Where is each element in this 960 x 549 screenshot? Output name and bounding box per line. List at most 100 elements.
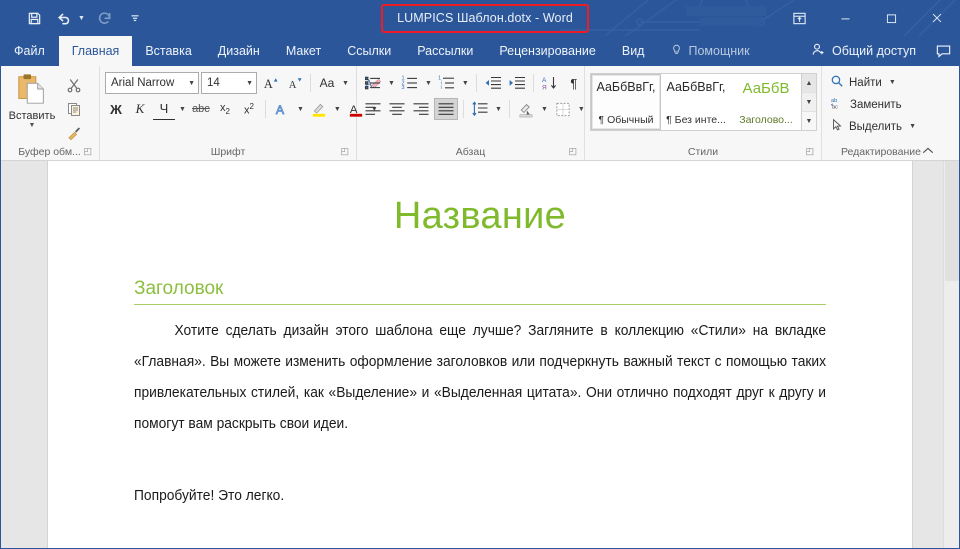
title-highlight-box: LUMPICS Шаблон.dotx - Word [381,3,589,33]
style-no-spacing-preview: АаБбВвГг, [666,80,726,94]
tab-file[interactable]: Файл [0,36,59,66]
styles-gallery-scroll[interactable]: ▲ ▼ ▼ [801,74,816,130]
tab-insert[interactable]: Вставка [132,36,204,66]
style-normal[interactable]: АаБбВвГг, ¶ Обычный [591,74,661,130]
style-no-spacing-name: ¶ Без инте... [666,114,726,126]
style-normal-name: ¶ Обычный [598,114,654,126]
subscript-label: x2 [219,101,230,117]
select-caret-icon[interactable]: ▼ [907,123,918,130]
font-dialog-launcher-icon[interactable]: ◰ [340,146,349,157]
change-case-caret-icon[interactable]: ▼ [340,80,351,87]
italic-button[interactable]: К [129,98,151,120]
shading-caret-icon[interactable]: ▼ [539,106,550,113]
find-caret-icon[interactable]: ▼ [887,79,898,86]
line-spacing-caret-icon[interactable]: ▼ [493,106,504,113]
styles-more-icon[interactable]: ▼ [802,112,816,130]
highlight-button[interactable] [308,98,330,120]
svg-text:Я: Я [542,85,547,92]
bold-button[interactable]: Ж [105,98,127,120]
clipboard-dialog-launcher-icon[interactable]: ◰ [83,146,92,157]
formatting-marks-button[interactable]: ¶ [563,72,585,94]
font-size-caret-icon[interactable]: ▼ [242,80,253,87]
superscript-button[interactable]: x2 [238,98,260,120]
tab-mailings[interactable]: Рассылки [404,36,486,66]
shading-button[interactable] [515,98,537,120]
numbering-caret-icon[interactable]: ▼ [423,80,434,87]
find-button[interactable]: Найти ▼ [827,72,901,93]
clipboard-side-buttons [59,71,86,144]
bullets-button[interactable] [362,72,384,94]
underline-caret-icon[interactable]: ▼ [177,106,188,113]
collapse-ribbon-icon[interactable] [920,143,936,159]
paragraph-dialog-launcher-icon[interactable]: ◰ [568,146,577,157]
tab-view[interactable]: Вид [609,36,658,66]
styles-scroll-down-icon[interactable]: ▼ [802,93,816,112]
tab-layout[interactable]: Макет [273,36,334,66]
ribbon-display-options-icon[interactable] [776,0,822,36]
tab-home[interactable]: Главная [58,36,133,66]
text-effects-button[interactable]: A [271,98,293,120]
cut-icon[interactable] [62,74,86,96]
tell-me-box[interactable]: Помощник [657,36,762,66]
multilevel-list-caret-icon[interactable]: ▼ [460,80,471,87]
grow-font-button[interactable]: A [259,72,281,94]
minimize-icon[interactable] [822,0,868,36]
vertical-scrollbar[interactable] [943,161,960,549]
styles-gallery[interactable]: АаБбВвГг, ¶ Обычный АаБбВвГг, ¶ Без инте… [590,73,817,131]
document-area[interactable]: Название Заголовок Хотите сделать дизайн… [0,161,960,549]
styles-group-label-row: Стили ◰ [590,143,816,160]
maximize-icon[interactable] [868,0,914,36]
tab-references[interactable]: Ссылки [334,36,404,66]
tab-design[interactable]: Дизайн [205,36,273,66]
font-name-caret-icon[interactable]: ▼ [184,80,195,87]
subscript-button[interactable]: x2 [214,98,236,120]
svg-text:3: 3 [401,85,404,91]
bullets-caret-icon[interactable]: ▼ [386,80,397,87]
numbering-button[interactable]: 123 [399,72,421,94]
justify-button[interactable] [434,98,458,120]
tab-review[interactable]: Рецензирование [486,36,609,66]
style-heading[interactable]: АаБбВ Заголово... [731,74,801,130]
text-effects-caret-icon[interactable]: ▼ [295,106,306,113]
share-button[interactable]: Общий доступ [803,42,926,60]
window-controls[interactable] [776,0,960,36]
paste-button[interactable]: Вставить ▼ [5,71,59,130]
comments-icon[interactable] [926,36,960,66]
decrease-indent-button[interactable] [482,72,504,94]
borders-button[interactable] [552,98,574,120]
font-row-2: Ж К Ч ▼ abc x2 x2 A ▼ ▼ A ▼ [105,98,380,120]
styles-dialog-launcher-icon[interactable]: ◰ [805,146,814,157]
underline-button[interactable]: Ч [153,98,175,120]
lightbulb-icon [670,43,683,60]
copy-icon[interactable] [62,98,86,120]
highlight-caret-icon[interactable]: ▼ [332,106,343,113]
styles-scroll-up-icon[interactable]: ▲ [802,74,816,93]
vertical-scrollbar-thumb[interactable] [945,161,959,281]
select-button[interactable]: Выделить ▼ [827,116,921,137]
font-name-combo[interactable]: Arial Narrow ▼ [105,72,199,94]
replace-button[interactable]: ab ac Заменить [827,94,905,115]
style-no-spacing[interactable]: АаБбВвГг, ¶ Без инте... [661,74,731,130]
shrink-font-button[interactable]: A [283,72,305,94]
document-page[interactable]: Название Заголовок Хотите сделать дизайн… [48,161,912,549]
close-icon[interactable] [914,0,960,36]
ribbon-tabs[interactable]: Файл Главная Вставка Дизайн Макет Ссылки… [0,36,960,66]
tell-me-label: Помощник [688,44,750,58]
paste-dropdown-caret[interactable]: ▼ [29,122,36,130]
multilevel-list-button[interactable]: 1ii [436,72,458,94]
svg-text:ac: ac [832,105,838,110]
line-spacing-button[interactable] [469,98,491,120]
change-case-button[interactable]: Aa [316,72,338,94]
increase-indent-button[interactable] [506,72,528,94]
replace-label: Заменить [850,98,902,111]
style-heading-preview: АаБбВ [742,80,790,97]
align-left-button[interactable] [362,98,384,120]
align-center-button[interactable] [386,98,408,120]
paragraph-row-2: ▼ ▼ ▼ [362,98,587,120]
sort-button[interactable]: А Я [539,72,561,94]
strikethrough-button[interactable]: abc [190,98,212,120]
ribbon-group-font: Arial Narrow ▼ 14 ▼ A A Aa ▼ A Ж К Ч ▼ a… [100,66,381,160]
align-right-button[interactable] [410,98,432,120]
font-size-combo[interactable]: 14 ▼ [201,72,257,94]
format-painter-icon[interactable] [62,122,86,144]
